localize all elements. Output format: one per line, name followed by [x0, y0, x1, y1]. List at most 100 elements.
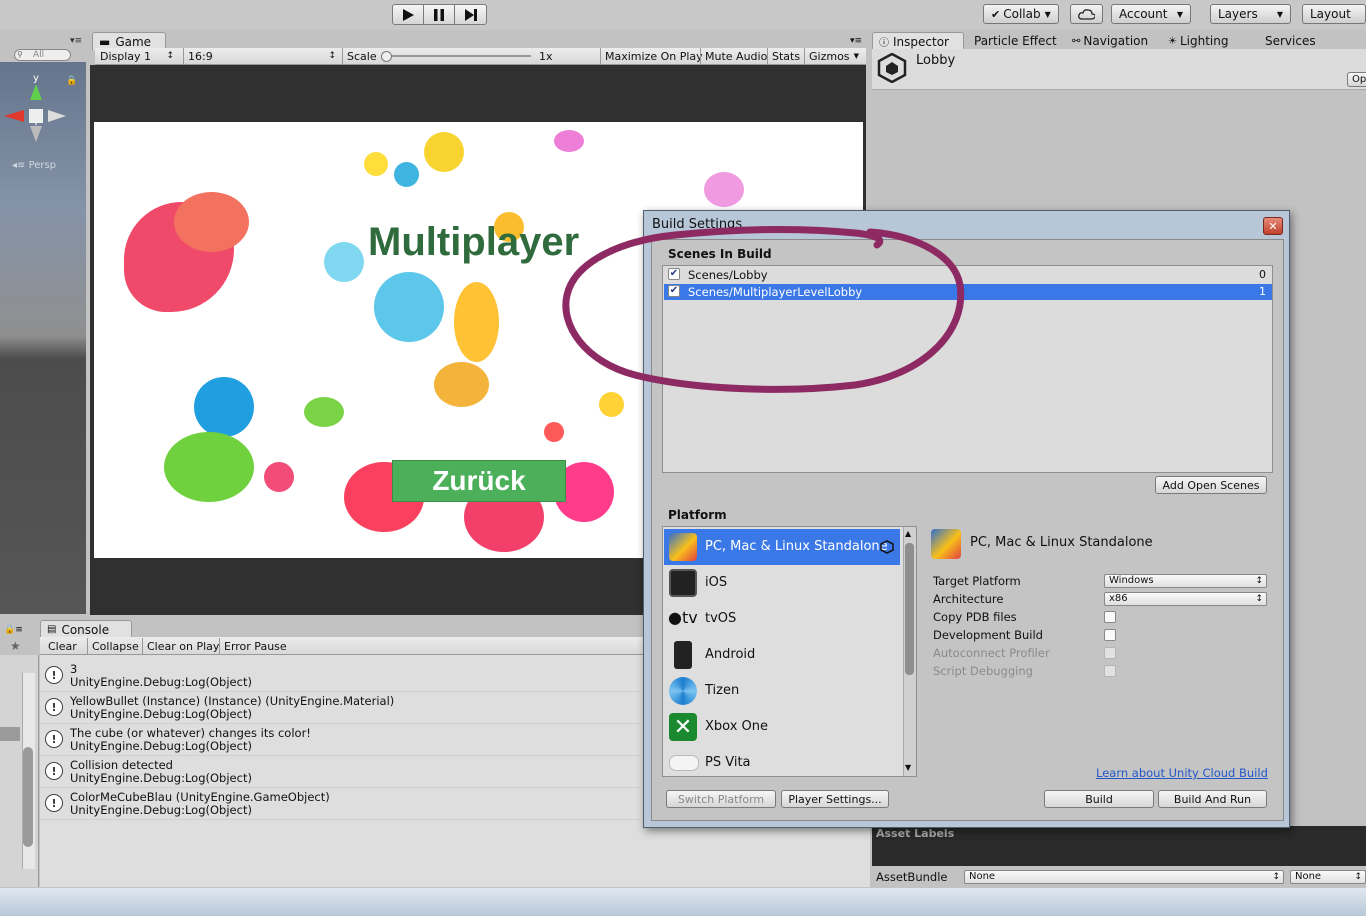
layout-dropdown[interactable]: Layout — [1302, 4, 1366, 24]
asset-labels-title: Asset Labels — [876, 827, 955, 840]
development-build-checkbox[interactable] — [1104, 629, 1116, 641]
left-scrollbar-thumb[interactable] — [23, 747, 33, 847]
copy-pdb-checkbox[interactable] — [1104, 611, 1116, 623]
mute-audio-toggle[interactable]: Mute Audio — [700, 48, 771, 64]
error-pause-toggle[interactable]: Error Pause — [219, 638, 291, 654]
navigation-tab-label: Navigation — [1083, 34, 1149, 48]
scene-row[interactable]: ✔ Scenes/Lobby 0 — [664, 267, 1272, 283]
asset-variant-value: None — [1295, 871, 1322, 882]
switch-platform-label: Switch Platform — [677, 792, 765, 806]
tab-lighting[interactable]: ☀ Lighting — [1162, 32, 1234, 50]
architecture-dropdown[interactable]: x86 — [1104, 592, 1267, 606]
collapse-label: Collapse — [92, 639, 139, 653]
platform-item-android[interactable]: Android — [664, 637, 900, 673]
scene-name: Scenes/MultiplayerLevelLobby — [688, 285, 863, 299]
display-dropdown[interactable]: Display 1 ↕ — [96, 48, 178, 64]
asset-bundle-dropdown[interactable]: None — [964, 870, 1284, 884]
autoconnect-profiler-label: Autoconnect Profiler — [933, 646, 1050, 660]
platform-scrollbar-thumb[interactable] — [905, 543, 914, 675]
platform-item-xbox-one[interactable]: ✕ Xbox One — [664, 709, 900, 745]
menu-icon[interactable]: ▾≡ — [850, 36, 862, 46]
player-settings-label: Player Settings... — [788, 792, 882, 806]
collapse-toggle[interactable]: Collapse — [87, 638, 143, 654]
tab-console[interactable]: ▤ Console — [40, 620, 132, 638]
tab-navigation[interactable]: ⚯ Navigation — [1066, 32, 1154, 50]
tab-particle-effect[interactable]: Particle Effect — [968, 32, 1063, 50]
cloud-build-link[interactable]: Learn about Unity Cloud Build — [1096, 766, 1268, 780]
scene-gizmo-icon[interactable]: y — [4, 70, 68, 146]
log-message: ColorMeCubeBlau (UnityEngine.GameObject) — [70, 790, 330, 804]
game-tab-label: Game — [115, 34, 152, 49]
paint-splat — [704, 172, 744, 207]
platform-label: Xbox One — [705, 719, 769, 734]
tab-services[interactable]: Services — [1259, 32, 1322, 50]
chevron-down-icon: ▼ — [853, 52, 859, 60]
close-button[interactable]: ✕ — [1263, 217, 1283, 235]
standalone-icon — [669, 533, 697, 561]
script-debugging-label: Script Debugging — [933, 664, 1033, 678]
console-row[interactable]: ! The cube (or whatever) changes its col… — [40, 724, 640, 756]
tab-inspector[interactable]: ⓘ Inspector — [872, 32, 964, 50]
zurueck-button[interactable]: Zurück — [392, 460, 566, 502]
scale-control: Scale 1x — [342, 48, 600, 64]
clear-on-play-toggle[interactable]: Clear on Play — [142, 638, 223, 654]
clear-button[interactable]: Clear — [44, 638, 81, 654]
display-label: Display 1 — [100, 49, 152, 63]
pause-icon — [434, 8, 444, 21]
add-open-scenes-button[interactable]: Add Open Scenes — [1155, 476, 1267, 494]
scale-label: Scale — [347, 49, 377, 63]
gizmos-dropdown[interactable]: Gizmos ▼ — [804, 48, 862, 64]
build-button[interactable]: Build — [1044, 790, 1154, 808]
scene-checkbox[interactable]: ✔ — [668, 268, 680, 280]
clear-on-play-label: Clear on Play — [147, 639, 220, 653]
platform-item-tizen[interactable]: Tizen — [664, 673, 900, 709]
scroll-up-icon[interactable]: ▲ — [905, 529, 911, 538]
platform-item-ios[interactable]: iOS — [664, 565, 900, 601]
console-icon: ▤ — [47, 624, 57, 635]
chevron-down-icon: ▼ — [1176, 9, 1183, 19]
play-button[interactable] — [392, 4, 424, 25]
step-button[interactable] — [454, 4, 487, 25]
platform-item-standalone[interactable]: PC, Mac & Linux Standalone — [664, 529, 900, 565]
arrow-icon: ◂≡ — [12, 160, 26, 171]
maximize-on-play-toggle[interactable]: Maximize On Play — [600, 48, 707, 64]
lock-icon[interactable]: 🔒 — [66, 76, 77, 86]
close-icon: ✕ — [1268, 219, 1278, 233]
layers-label: Layers — [1218, 7, 1258, 21]
scene-index: 1 — [1259, 285, 1266, 298]
open-button[interactable]: Op — [1347, 72, 1366, 87]
cloud-button[interactable] — [1070, 4, 1103, 24]
console-row[interactable]: ! YellowBullet (Instance) (Instance) (Un… — [40, 692, 640, 724]
scroll-down-icon[interactable]: ▼ — [905, 763, 911, 772]
lock-icon[interactable]: 🔒≡ — [4, 625, 23, 635]
game-icon: ▬ — [99, 34, 111, 49]
platform-item-tvos[interactable]: ●tv tvOS — [664, 601, 900, 637]
info-icon: ⓘ — [879, 38, 889, 49]
console-row[interactable]: ! Collision detected UnityEngine.Debug:L… — [40, 756, 640, 788]
layers-dropdown[interactable]: Layers ▼ — [1210, 4, 1291, 24]
mute-label: Mute Audio — [705, 49, 768, 63]
asset-variant-dropdown[interactable]: None — [1290, 870, 1366, 884]
platform-item-ps-vita[interactable]: PS Vita — [664, 745, 900, 776]
target-platform-dropdown[interactable]: Windows — [1104, 574, 1267, 588]
log-message: 3 — [70, 662, 78, 676]
scale-slider-thumb[interactable] — [381, 51, 392, 62]
account-dropdown[interactable]: Account ▼ — [1111, 4, 1191, 24]
console-row[interactable]: ! ColorMeCubeBlau (UnityEngine.GameObjec… — [40, 788, 640, 820]
asset-bundle-label: AssetBundle — [876, 870, 948, 884]
scene-row-selected[interactable]: ✔ Scenes/MultiplayerLevelLobby 1 — [664, 284, 1272, 300]
apple-tv-icon: ●tv — [668, 608, 698, 627]
persp-label: ◂≡ Persp — [12, 160, 57, 171]
menu-icon[interactable]: ▾≡ — [70, 36, 82, 46]
build-and-run-button[interactable]: Build And Run — [1158, 790, 1267, 808]
log-source: UnityEngine.Debug:Log(Object) — [70, 803, 252, 817]
stats-toggle[interactable]: Stats — [767, 48, 804, 64]
pause-button[interactable] — [423, 4, 455, 25]
scale-slider[interactable] — [381, 55, 531, 57]
console-row[interactable]: ! 3 UnityEngine.Debug:Log(Object) — [40, 660, 640, 692]
scene-checkbox[interactable]: ✔ — [668, 285, 680, 297]
collab-dropdown[interactable]: ✔ Collab ▼ — [983, 4, 1059, 24]
star-icon[interactable]: ★ — [10, 639, 21, 653]
player-settings-button[interactable]: Player Settings... — [781, 790, 889, 808]
aspect-dropdown[interactable]: 16:9 ↕ — [183, 48, 340, 64]
